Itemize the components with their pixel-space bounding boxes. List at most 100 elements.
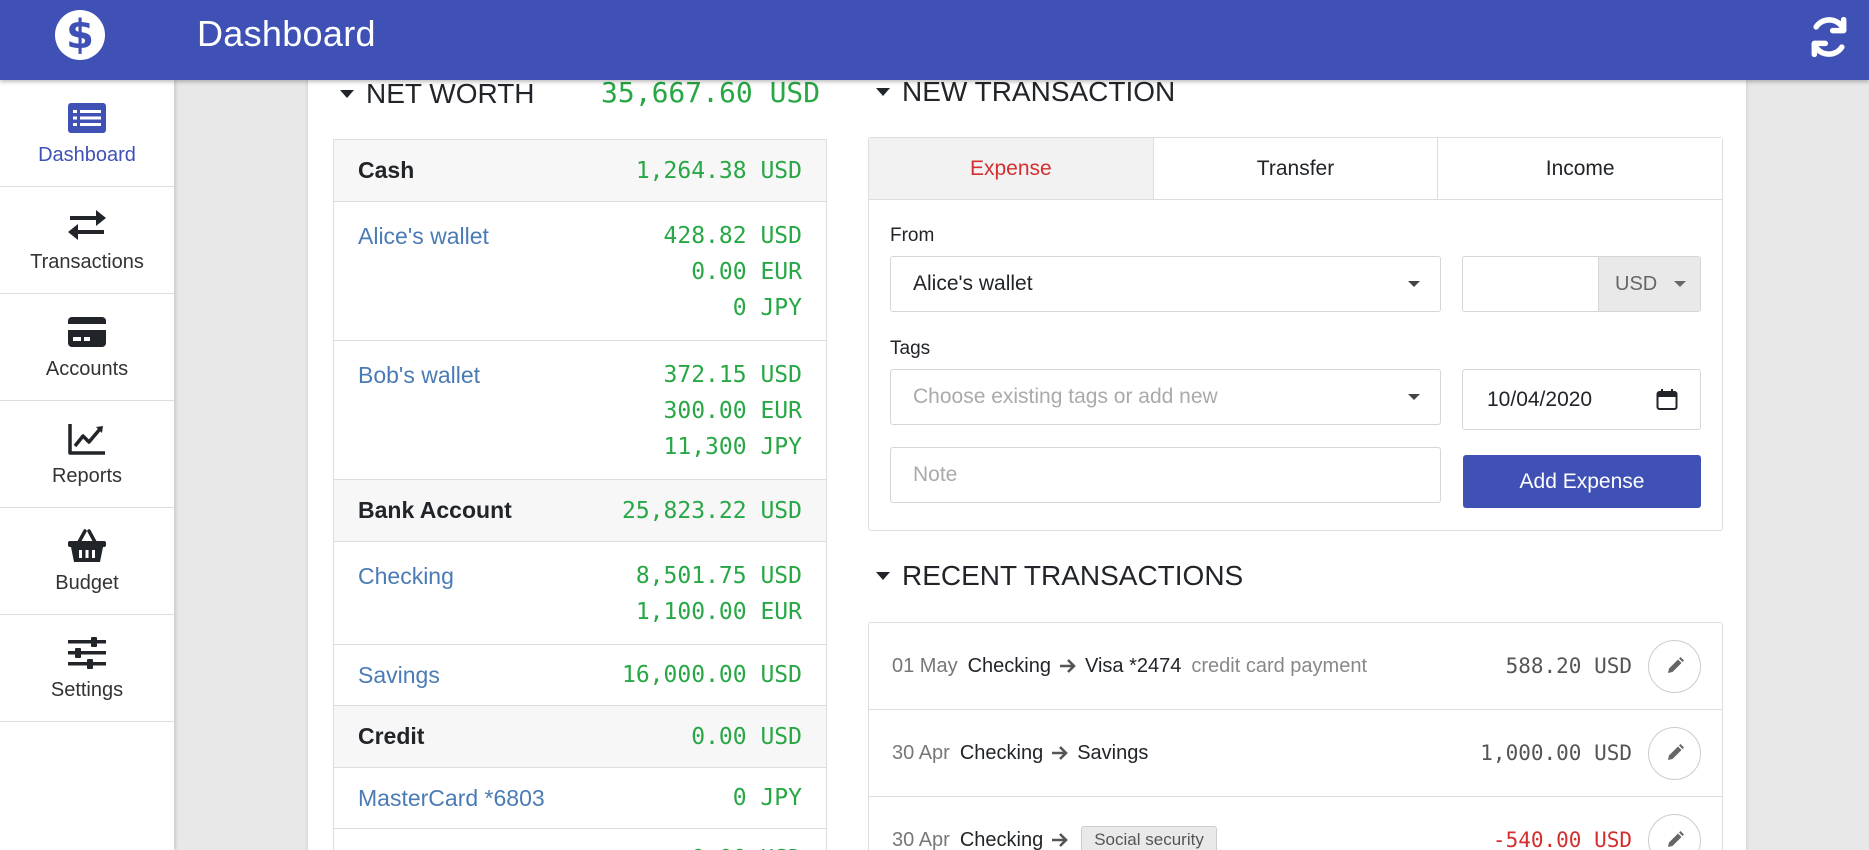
account-balances: 372.15 USD 300.00 EUR 11,300 JPY [664,357,802,465]
new-transaction-heading[interactable]: NEW TRANSACTION [876,76,1175,108]
note-input[interactable]: Note [890,447,1441,503]
list-item: 01 May Checking Visa *2474 credit card p… [869,623,1722,710]
tag-badge: Social security [1081,826,1217,850]
balance: 428.82 USD [663,223,802,249]
caret-down-icon [1408,281,1420,287]
balance: 300.00 EUR [663,398,802,424]
pencil-icon [1667,744,1684,760]
amount-input-group: USD [1462,256,1701,312]
balance: 372.15 USD [663,362,802,388]
account-link[interactable]: Bob's wallet [358,357,480,465]
top-app-bar: $ Dashboard [0,0,1869,80]
account-row: Alice's wallet 428.82 USD 0.00 EUR 0 JPY [334,202,826,341]
group-total: 0.00 USD [691,723,802,750]
sidebar-item-label: Reports [51,464,123,487]
sidebar-item-reports[interactable]: Reports [0,401,174,508]
pencil-icon [1667,831,1684,847]
caret-down-icon [876,88,890,96]
sidebar-item-label: Accounts [45,357,129,380]
currency-value: USD [1615,272,1658,295]
transaction-from: Checking [967,654,1051,677]
transaction-date: 01 May [892,654,958,677]
sidebar-item-budget[interactable]: Budget [0,508,174,615]
sync-icon[interactable] [1800,8,1858,66]
account-row: MasterCard *6803 0 JPY [334,768,826,829]
group-total: 1,264.38 USD [635,157,802,184]
from-account-value: Alice's wallet [913,272,1033,295]
sidebar-item-label: Settings [50,678,124,701]
recent-transactions-title: RECENT TRANSACTIONS [902,560,1244,591]
arrow-right-icon [1059,658,1077,674]
balance: 16,000.00 USD [621,662,802,688]
account-group-bank: Bank Account 25,823.22 USD [334,480,826,542]
account-balances: 8,501.75 USD 1,100.00 EUR [636,558,802,630]
page-title: Dashboard [197,13,376,54]
arrow-right-icon [1051,745,1069,761]
edit-transaction-button[interactable] [1648,639,1701,693]
caret-down-icon [1408,394,1420,400]
new-transaction-title: NEW TRANSACTION [902,76,1176,107]
transaction-to: Visa *2474 [1084,654,1182,677]
transaction-to: Savings [1077,741,1149,764]
account-group-cash: Cash 1,264.38 USD [334,140,826,202]
tab-transfer[interactable]: Transfer [1152,138,1438,199]
chart-line-icon [68,421,106,457]
transaction-date: 30 Apr [892,741,950,764]
date-value: 10/04/2020 [1487,387,1593,411]
edit-transaction-button[interactable] [1648,726,1701,780]
exchange-icon [68,207,106,243]
transaction-note: credit card payment [1191,654,1368,677]
sliders-icon [67,635,107,671]
account-link[interactable]: Savings [358,657,440,693]
account-link[interactable]: Visa *2474 [358,841,469,850]
from-account-select[interactable]: Alice's wallet [890,256,1441,312]
group-name: Credit [358,723,425,749]
account-row: Bob's wallet 372.15 USD 300.00 EUR 11,30… [334,341,826,480]
sidebar-item-accounts[interactable]: Accounts [0,294,174,401]
note-placeholder: Note [913,463,958,486]
tags-label: Tags [890,338,931,359]
account-balances: 428.82 USD 0.00 EUR 0 JPY [664,218,802,326]
transaction-amount: 588.20 USD [1505,654,1632,678]
account-row: Savings 16,000.00 USD [334,645,826,706]
balance: 0.00 USD [691,841,802,850]
sidebar-item-dashboard[interactable]: Dashboard [0,80,174,187]
basket-icon [67,528,107,564]
transaction-amount: -540.00 USD [1492,828,1632,850]
currency-select[interactable]: USD [1598,257,1700,311]
net-worth-total: 35,667.60 USD [601,76,821,109]
recent-transactions-heading[interactable]: RECENT TRANSACTIONS [876,560,1243,592]
balance: 0 JPY [732,295,802,321]
edit-transaction-button[interactable] [1648,813,1701,850]
date-input[interactable]: 10/04/2020 [1462,369,1701,430]
account-link[interactable]: Alice's wallet [358,218,489,326]
add-expense-button[interactable]: Add Expense [1463,455,1701,508]
balance: 1,100.00 EUR [635,599,802,625]
account-balances: 16,000.00 USD [622,657,802,693]
account-row: Visa *2474 0.00 USD [334,829,826,850]
calendar-icon[interactable] [1656,389,1678,417]
list-alt-icon [67,100,107,136]
caret-down-icon [876,572,890,580]
group-name: Bank Account [358,497,512,523]
tab-income[interactable]: Income [1437,138,1723,199]
balance: 11,300 JPY [663,434,802,460]
sidebar-item-transactions[interactable]: Transactions [0,187,174,294]
pencil-icon [1667,657,1684,673]
sidebar-nav: Dashboard Transactions Accounts Reports … [0,80,174,850]
account-link[interactable]: Checking [358,558,454,630]
arrow-right-icon [1051,832,1069,848]
account-link[interactable]: MasterCard *6803 [358,780,545,816]
transaction-type-tabs: Expense Transfer Income [869,138,1723,200]
sidebar-item-label: Budget [55,571,119,594]
transaction-date: 30 Apr [892,828,950,850]
balance: 0.00 EUR [691,259,802,285]
net-worth-heading[interactable]: NET WORTH [340,78,535,110]
sidebar-item-settings[interactable]: Settings [0,615,174,722]
account-list: Cash 1,264.38 USD Alice's wallet 428.82 … [333,139,827,850]
sidebar-item-label: Dashboard [38,143,136,166]
from-label: From [890,225,935,246]
tab-expense[interactable]: Expense [869,138,1153,199]
credit-card-icon [67,314,107,350]
tags-select[interactable]: Choose existing tags or add new [890,369,1441,425]
